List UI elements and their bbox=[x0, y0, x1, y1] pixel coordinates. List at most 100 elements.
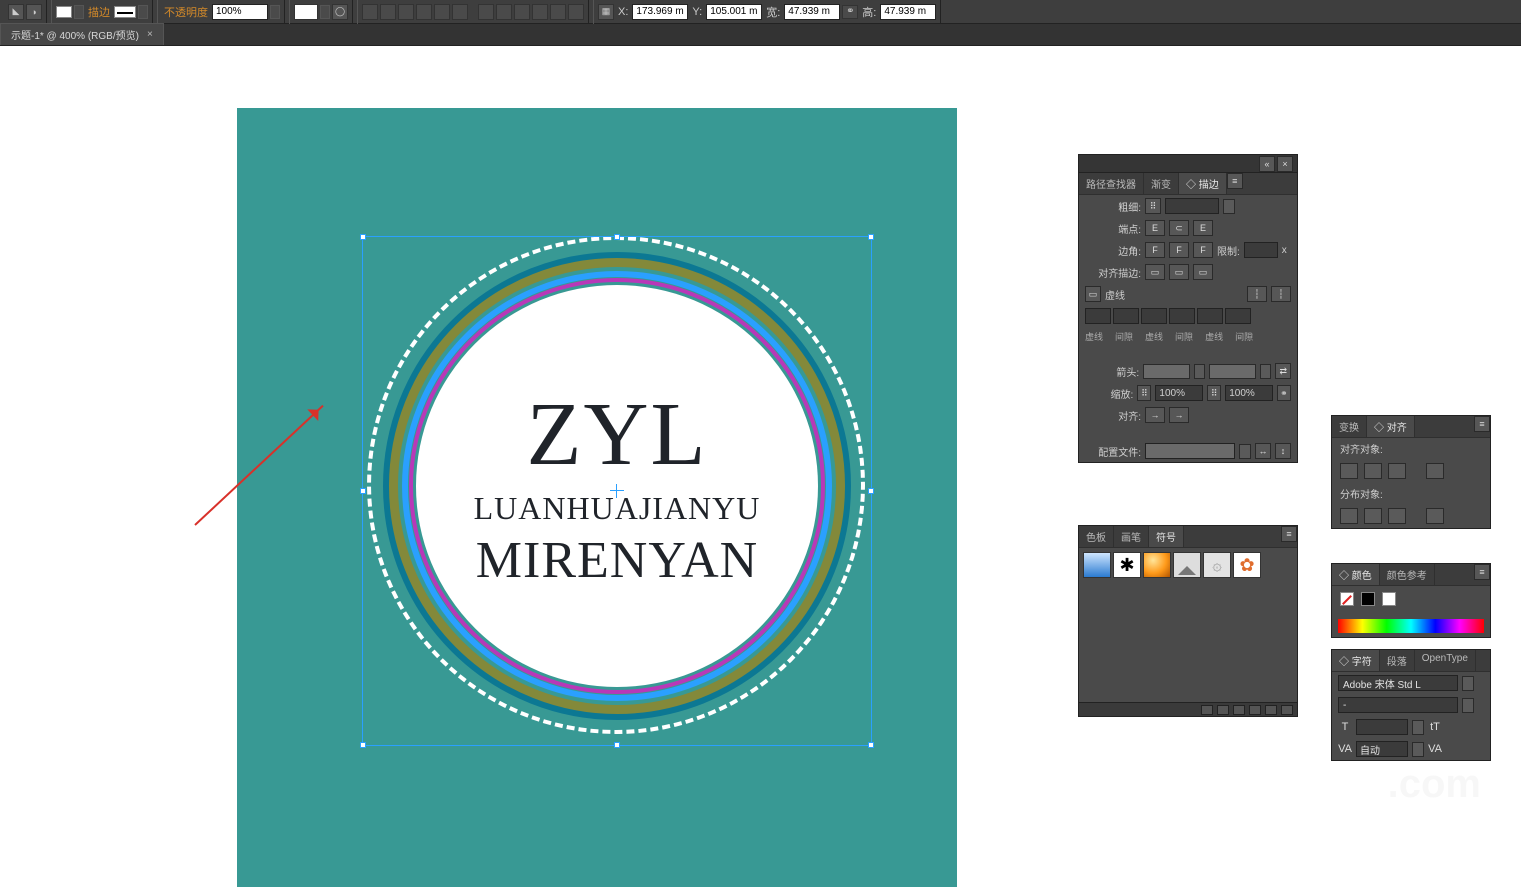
align-hcenter-btn[interactable] bbox=[1364, 463, 1382, 479]
w-field[interactable]: 47.939 m bbox=[784, 4, 840, 20]
distribute-h3-icon[interactable] bbox=[514, 4, 530, 20]
symbols-panel-menu-icon[interactable]: ≡ bbox=[1281, 526, 1297, 542]
tab-swatches[interactable]: 色板 bbox=[1079, 526, 1114, 547]
opacity-dropdown-icon[interactable] bbox=[270, 5, 280, 19]
profile-field[interactable] bbox=[1145, 443, 1235, 459]
corner-bevel-icon[interactable]: F bbox=[1193, 242, 1213, 258]
stroke-weight-preview[interactable] bbox=[114, 6, 136, 18]
scale-a-field[interactable]: 100% bbox=[1155, 385, 1203, 401]
scale-b-stepper[interactable]: ⠿ bbox=[1207, 385, 1221, 401]
align-left-btn[interactable] bbox=[1340, 463, 1358, 479]
tab-stroke[interactable]: ◇ 描边 bbox=[1179, 173, 1227, 194]
symbol-trash-icon[interactable] bbox=[1281, 705, 1293, 715]
align-left-icon[interactable] bbox=[362, 4, 378, 20]
font-family-dropdown-icon[interactable] bbox=[1462, 676, 1474, 691]
scale-a-stepper[interactable]: ⠿ bbox=[1137, 385, 1151, 401]
symbol-break-icon[interactable] bbox=[1233, 705, 1245, 715]
tab-color[interactable]: ◇ 颜色 bbox=[1332, 564, 1380, 585]
align-tip-a-icon[interactable]: → bbox=[1145, 407, 1165, 423]
align-hcenter-icon[interactable] bbox=[380, 4, 396, 20]
cap-butt-icon[interactable]: E bbox=[1145, 220, 1165, 236]
dash-preserve-icon[interactable]: ┆ bbox=[1247, 286, 1267, 302]
graphic-style-dropdown-icon[interactable] bbox=[320, 5, 330, 19]
dist-bottom-btn[interactable] bbox=[1388, 508, 1406, 524]
arrow-start-dropdown-icon[interactable] bbox=[1194, 364, 1206, 379]
profile-dropdown-icon[interactable] bbox=[1239, 444, 1251, 459]
dash-field-3[interactable] bbox=[1197, 308, 1223, 324]
tab-pathfinder[interactable]: 路径查找器 bbox=[1079, 173, 1144, 194]
spectrum-strip[interactable] bbox=[1338, 619, 1484, 633]
dist-left-btn[interactable] bbox=[1426, 508, 1444, 524]
font-style-field[interactable]: - bbox=[1338, 697, 1458, 713]
handle-top-left[interactable] bbox=[360, 234, 366, 240]
align-panel-menu-icon[interactable]: ≡ bbox=[1474, 416, 1490, 432]
handle-top-mid[interactable] bbox=[614, 234, 620, 240]
kerning-field[interactable]: 自动 bbox=[1356, 741, 1408, 757]
kerning-dropdown-icon[interactable] bbox=[1412, 742, 1424, 757]
arrow-end-dropdown-icon[interactable] bbox=[1260, 364, 1272, 379]
white-swatch[interactable] bbox=[1382, 592, 1396, 606]
align-top-btn[interactable] bbox=[1426, 463, 1444, 479]
opacity-field[interactable]: 100% bbox=[212, 4, 268, 20]
gap-field-1[interactable] bbox=[1113, 308, 1139, 324]
align-stroke-outside-icon[interactable]: ▭ bbox=[1193, 264, 1213, 280]
weight-field[interactable] bbox=[1165, 198, 1219, 214]
weight-stepper-icon[interactable]: ⠿ bbox=[1145, 198, 1161, 214]
align-top-icon[interactable] bbox=[416, 4, 432, 20]
distribute-h2-icon[interactable] bbox=[496, 4, 512, 20]
dash-field-1[interactable] bbox=[1085, 308, 1111, 324]
panel-collapse-icon[interactable]: « bbox=[1259, 156, 1275, 172]
align-bottom-icon[interactable] bbox=[452, 4, 468, 20]
arrow-start-field[interactable] bbox=[1143, 364, 1189, 379]
align-stroke-center-icon[interactable]: ▭ bbox=[1145, 264, 1165, 280]
font-size-dropdown-icon[interactable] bbox=[1412, 720, 1424, 735]
distribute-v2-icon[interactable] bbox=[550, 4, 566, 20]
dash-field-2[interactable] bbox=[1141, 308, 1167, 324]
align-stroke-inside-icon[interactable]: ▭ bbox=[1169, 264, 1189, 280]
tab-color-guide[interactable]: 颜色参考 bbox=[1380, 564, 1435, 585]
none-swatch[interactable] bbox=[1340, 592, 1354, 606]
tab-align[interactable]: ◇ 对齐 bbox=[1367, 416, 1415, 437]
tab-character[interactable]: ◇ 字符 bbox=[1332, 650, 1380, 671]
weight-dropdown-icon[interactable] bbox=[1223, 199, 1235, 214]
recolor-icon[interactable]: ◯ bbox=[332, 4, 348, 20]
tab-brushes[interactable]: 画笔 bbox=[1114, 526, 1149, 547]
dash-align-icon[interactable]: ┆ bbox=[1271, 286, 1291, 302]
link-wh-icon[interactable]: ⚭ bbox=[842, 5, 858, 19]
symbol-lib-icon[interactable] bbox=[1201, 705, 1213, 715]
panel-close-icon[interactable]: × bbox=[1277, 156, 1293, 172]
align-vcenter-icon[interactable] bbox=[434, 4, 450, 20]
x-field[interactable]: 173.969 m bbox=[632, 4, 688, 20]
font-size-field[interactable] bbox=[1356, 719, 1408, 735]
h-field[interactable]: 47.939 m bbox=[880, 4, 936, 20]
dist-vcenter-btn[interactable] bbox=[1364, 508, 1382, 524]
dash-checkbox[interactable]: ▭ bbox=[1085, 286, 1101, 302]
panel-menu-icon[interactable]: ≡ bbox=[1227, 173, 1243, 189]
corner-round-icon[interactable]: F bbox=[1169, 242, 1189, 258]
close-tab-icon[interactable]: × bbox=[147, 29, 153, 40]
tab-paragraph[interactable]: 段落 bbox=[1380, 650, 1415, 671]
stroke-dropdown-icon[interactable] bbox=[138, 5, 148, 19]
symbol-place-icon[interactable] bbox=[1217, 705, 1229, 715]
scale-b-field[interactable]: 100% bbox=[1225, 385, 1273, 401]
align-right-icon[interactable] bbox=[398, 4, 414, 20]
reference-point-icon[interactable]: ▦ bbox=[598, 4, 614, 20]
align-tip-b-icon[interactable]: → bbox=[1169, 407, 1189, 423]
handle-bot-left[interactable] bbox=[360, 742, 366, 748]
cap-round-icon[interactable]: ⊂ bbox=[1169, 220, 1189, 236]
symbol-new-icon[interactable] bbox=[1265, 705, 1277, 715]
distribute-v3-icon[interactable] bbox=[568, 4, 584, 20]
corner-miter-icon[interactable]: F bbox=[1145, 242, 1165, 258]
tab-transform[interactable]: 变换 bbox=[1332, 416, 1367, 437]
fill-swatch[interactable] bbox=[56, 6, 72, 18]
y-field[interactable]: 105.001 m bbox=[706, 4, 762, 20]
arrow-end-field[interactable] bbox=[1209, 364, 1255, 379]
symbol-orange-orb[interactable] bbox=[1143, 552, 1171, 578]
symbol-flower[interactable] bbox=[1233, 552, 1261, 578]
document-tab[interactable]: 示题-1* @ 400% (RGB/预览) × bbox=[0, 23, 164, 45]
handle-mid-left[interactable] bbox=[360, 488, 366, 494]
distribute-v1-icon[interactable] bbox=[532, 4, 548, 20]
stroke-panel-titlebar[interactable]: « × bbox=[1079, 155, 1297, 173]
symbol-gear[interactable] bbox=[1203, 552, 1231, 578]
handle-top-right[interactable] bbox=[868, 234, 874, 240]
